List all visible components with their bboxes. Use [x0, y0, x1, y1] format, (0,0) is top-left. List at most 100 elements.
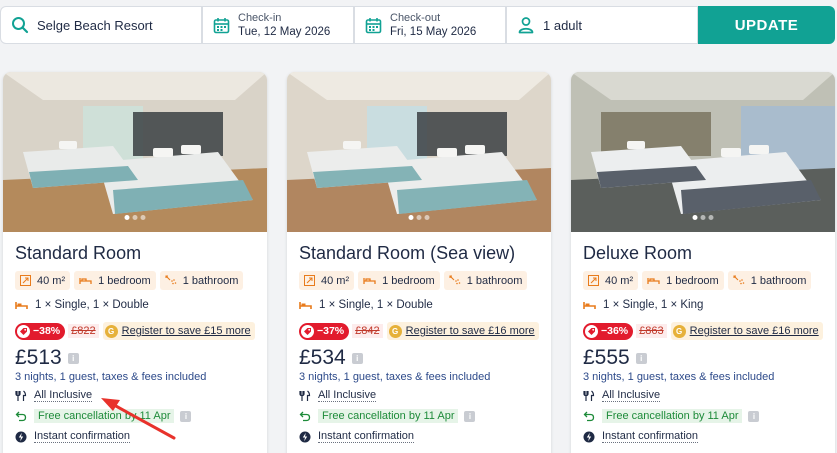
register-promo[interactable]: G Register to save £16 more — [670, 322, 823, 340]
photo-carousel-dots[interactable] — [408, 215, 430, 220]
carousel-dot[interactable] — [424, 215, 430, 220]
destination-field[interactable]: Selge Beach Resort — [0, 6, 202, 44]
room-size: 40 m² — [37, 274, 66, 287]
bed-icon — [79, 278, 92, 284]
guests-field[interactable]: 1 adult — [506, 6, 698, 44]
carousel-dot[interactable] — [692, 215, 698, 220]
room-card[interactable]: Standard Room (Sea view) 40 m² 1 bedroom… — [287, 72, 551, 453]
bathrooms-count: 1 bathroom — [750, 274, 807, 287]
register-link[interactable]: Register to save £16 more — [690, 325, 819, 337]
person-icon — [517, 16, 535, 34]
carousel-dot[interactable] — [408, 215, 414, 220]
confirmation-label[interactable]: Instant confirmation — [318, 430, 414, 443]
bedrooms-count: 1 bedroom — [382, 274, 435, 287]
expand-icon — [588, 275, 599, 286]
board-type-label[interactable]: All Inclusive — [602, 389, 661, 402]
stay-summary: 3 nights, 1 guest, taxes & fees included — [299, 371, 491, 383]
bed-icon — [15, 301, 28, 309]
room-size-chip: 40 m² — [299, 271, 355, 290]
room-title[interactable]: Deluxe Room — [583, 243, 692, 264]
lightning-icon — [15, 431, 27, 442]
board-type-label[interactable]: All Inclusive — [318, 389, 377, 402]
room-photo[interactable] — [3, 72, 267, 232]
discount-badge: −37% — [299, 322, 350, 340]
register-link[interactable]: Register to save £15 more — [122, 325, 251, 337]
coin-icon: G — [388, 324, 402, 338]
guests-value: 1 adult — [543, 17, 583, 33]
room-card[interactable]: Deluxe Room 40 m² 1 bedroom 1 bathroom 1… — [571, 72, 835, 453]
confirmation-label[interactable]: Instant confirmation — [34, 430, 130, 443]
photo-carousel-dots[interactable] — [692, 215, 714, 220]
undo-icon — [299, 411, 311, 422]
cancellation-policy: Free cancellation by 11 Apr i — [583, 409, 760, 423]
bathrooms-count: 1 bathroom — [182, 274, 239, 287]
room-title[interactable]: Standard Room — [15, 243, 141, 264]
carousel-dot[interactable] — [708, 215, 714, 220]
room-photo[interactable] — [287, 72, 551, 232]
board-type-label[interactable]: All Inclusive — [34, 389, 93, 402]
bed-config: 1 × Single, 1 × Double — [15, 299, 149, 311]
tag-icon — [17, 324, 30, 338]
discount-value: −38% — [33, 325, 61, 337]
register-promo[interactable]: G Register to save £15 more — [102, 322, 255, 340]
checkin-field[interactable]: Check-in Tue, 12 May 2026 — [202, 6, 354, 44]
confirmation-label[interactable]: Instant confirmation — [602, 430, 698, 443]
info-icon[interactable]: i — [67, 352, 79, 364]
bedrooms-chip: 1 bedroom — [358, 271, 440, 290]
room-photo[interactable] — [571, 72, 835, 232]
confirmation-type: Instant confirmation — [583, 430, 698, 443]
carousel-dot[interactable] — [140, 215, 146, 220]
info-icon[interactable]: i — [351, 352, 363, 364]
register-promo[interactable]: G Register to save £16 more — [386, 322, 539, 340]
price-block: £534 i — [299, 346, 363, 370]
carousel-dot[interactable] — [700, 215, 706, 220]
discount-value: −36% — [601, 325, 629, 337]
checkout-field[interactable]: Check-out Fri, 15 May 2026 — [354, 6, 506, 44]
room-size: 40 m² — [321, 274, 350, 287]
bathrooms-chip: 1 bathroom — [443, 271, 528, 290]
info-icon[interactable]: i — [635, 352, 647, 364]
checkout-label: Check-out — [390, 12, 441, 24]
info-icon[interactable]: i — [464, 410, 476, 422]
lightning-icon — [299, 431, 311, 442]
bathrooms-chip: 1 bathroom — [159, 271, 244, 290]
stay-summary: 3 nights, 1 guest, taxes & fees included — [15, 371, 207, 383]
shower-icon — [449, 275, 461, 285]
cancellation-label[interactable]: Free cancellation by 11 Apr — [34, 409, 175, 423]
lightning-icon — [583, 431, 595, 442]
update-button[interactable]: UPDATE — [698, 6, 835, 44]
checkin-label: Check-in — [238, 12, 282, 24]
room-title[interactable]: Standard Room (Sea view) — [299, 243, 515, 264]
bedrooms-chip: 1 bedroom — [642, 271, 724, 290]
carousel-dot[interactable] — [124, 215, 130, 220]
cancellation-policy: Free cancellation by 11 Apr i — [299, 409, 476, 423]
info-icon[interactable]: i — [180, 410, 192, 422]
cancellation-label[interactable]: Free cancellation by 11 Apr — [602, 409, 743, 423]
original-price: £863 — [636, 324, 667, 338]
room-card[interactable]: Standard Room 40 m² 1 bedroom 1 bathroom… — [3, 72, 267, 453]
discount-value: −37% — [317, 325, 345, 337]
price-block: £513 i — [15, 346, 79, 370]
bed-config-text: 1 × Single, 1 × Double — [319, 299, 433, 311]
original-price: £842 — [352, 324, 383, 338]
room-photo-image — [571, 72, 835, 232]
bed-config: 1 × Single, 1 × Double — [299, 299, 433, 311]
tag-icon — [301, 324, 314, 338]
room-photo-image — [287, 72, 551, 232]
cancellation-label[interactable]: Free cancellation by 11 Apr — [318, 409, 459, 423]
expand-icon — [304, 275, 315, 286]
carousel-dot[interactable] — [416, 215, 422, 220]
search-icon — [11, 16, 29, 34]
promo-row: −37% £842 G Register to save £16 more — [299, 322, 539, 340]
room-price: £534 — [299, 346, 346, 369]
carousel-dot[interactable] — [132, 215, 138, 220]
bedrooms-count: 1 bedroom — [666, 274, 719, 287]
info-icon[interactable]: i — [748, 410, 760, 422]
bed-icon — [583, 301, 596, 309]
coin-icon: G — [672, 324, 686, 338]
photo-carousel-dots[interactable] — [124, 215, 146, 220]
shower-icon — [165, 275, 177, 285]
register-link[interactable]: Register to save £16 more — [406, 325, 535, 337]
cancellation-policy: Free cancellation by 11 Apr i — [15, 409, 192, 423]
destination-value: Selge Beach Resort — [37, 17, 153, 33]
